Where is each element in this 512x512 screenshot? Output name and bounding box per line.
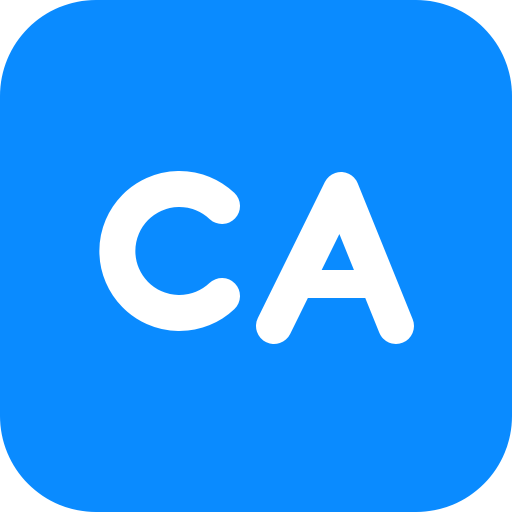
ca-icon-tile: CA bbox=[0, 0, 512, 512]
letter-a-glyph bbox=[256, 172, 414, 344]
ca-lettering-icon bbox=[99, 171, 414, 344]
letter-c-glyph bbox=[99, 171, 240, 331]
